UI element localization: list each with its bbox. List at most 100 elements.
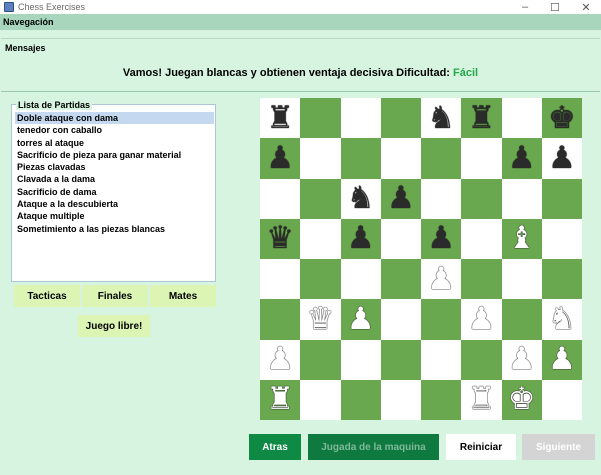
board-square-b8[interactable] [300, 98, 341, 139]
board-square-h3[interactable]: ♞ [541, 299, 582, 340]
board-square-d1[interactable] [380, 379, 421, 420]
board-square-e1[interactable] [421, 379, 462, 420]
board-square-a6[interactable] [260, 178, 301, 219]
black-pawn-icon[interactable]: ♟ [508, 142, 536, 174]
board-square-h6[interactable] [541, 178, 582, 219]
board-square-e5[interactable]: ♟ [421, 218, 462, 259]
board-square-d4[interactable] [380, 259, 421, 300]
board-square-h5[interactable] [541, 218, 582, 259]
board-square-b4[interactable] [300, 259, 341, 300]
board-square-a8[interactable]: ♜ [260, 98, 301, 139]
black-rook-icon[interactable]: ♜ [467, 102, 495, 134]
game-list-item[interactable]: Sometimiento a las piezas blancas [15, 223, 214, 235]
board-square-g3[interactable] [501, 299, 542, 340]
board-square-b5[interactable] [300, 218, 341, 259]
board-square-a4[interactable] [260, 259, 301, 300]
board-square-a1[interactable]: ♜ [260, 379, 301, 420]
board-square-g4[interactable] [501, 259, 542, 300]
board-square-e4[interactable]: ♟ [421, 259, 462, 300]
game-list-item[interactable]: tenedor con caballo [15, 124, 214, 136]
black-knight-icon[interactable]: ♞ [427, 102, 455, 134]
board-square-c3[interactable]: ♟ [340, 299, 381, 340]
board-square-b3[interactable]: ♛ [300, 299, 341, 340]
black-pawn-icon[interactable]: ♟ [266, 142, 294, 174]
white-pawn-icon[interactable]: ♟ [508, 344, 536, 375]
board-square-g6[interactable] [501, 178, 542, 219]
board-square-c8[interactable] [340, 98, 381, 139]
board-square-c4[interactable] [340, 259, 381, 300]
machine-move-button[interactable]: Jugada de la maquina [308, 434, 439, 460]
board-square-c2[interactable] [340, 339, 381, 380]
tactics-button[interactable]: Tacticas [14, 285, 80, 307]
white-pawn-icon[interactable]: ♟ [347, 303, 375, 335]
black-pawn-icon[interactable]: ♟ [427, 223, 455, 254]
endings-button[interactable]: Finales [82, 285, 148, 307]
board-square-b1[interactable] [300, 379, 341, 420]
next-button[interactable]: Siguiente [522, 434, 595, 460]
board-square-f8[interactable]: ♜ [461, 98, 502, 139]
board-square-e7[interactable] [421, 138, 462, 179]
board-square-a2[interactable]: ♟ [260, 339, 301, 380]
white-queen-icon[interactable]: ♛ [306, 303, 334, 335]
board-square-f7[interactable] [461, 138, 502, 179]
white-king-icon[interactable]: ♚ [508, 384, 536, 415]
back-button[interactable]: Atras [249, 434, 301, 460]
black-rook-icon[interactable]: ♜ [266, 102, 294, 134]
board-square-f4[interactable] [461, 259, 502, 300]
game-list-item[interactable]: Doble ataque con dama [15, 112, 214, 125]
board-square-a3[interactable] [260, 299, 301, 340]
board-square-h4[interactable] [541, 259, 582, 300]
board-square-d3[interactable] [380, 299, 421, 340]
free-play-button[interactable]: Juego libre! [78, 315, 150, 337]
board-square-f5[interactable] [461, 218, 502, 259]
white-pawn-icon[interactable]: ♟ [467, 303, 495, 335]
maximize-button[interactable]: ☐ [540, 0, 570, 14]
board-square-e8[interactable]: ♞ [421, 98, 462, 139]
black-knight-icon[interactable]: ♞ [347, 183, 375, 214]
game-list-item[interactable]: Ataque a la descubierta [15, 198, 214, 210]
board-square-e6[interactable] [421, 178, 462, 219]
white-pawn-icon[interactable]: ♟ [548, 344, 576, 375]
board-square-f3[interactable]: ♟ [461, 299, 502, 340]
board-square-d7[interactable] [380, 138, 421, 179]
game-list-item[interactable]: Clavada a la dama [15, 173, 214, 185]
game-list-item[interactable]: Piezas clavadas [15, 161, 214, 173]
board-square-d5[interactable] [380, 218, 421, 259]
game-list-item[interactable]: torres al ataque [15, 137, 214, 149]
black-pawn-icon[interactable]: ♟ [548, 142, 576, 174]
board-square-c5[interactable]: ♟ [340, 218, 381, 259]
board-square-c1[interactable] [340, 379, 381, 420]
board-square-b2[interactable] [300, 339, 341, 380]
board-square-c7[interactable] [340, 138, 381, 179]
black-pawn-icon[interactable]: ♟ [347, 223, 375, 254]
white-pawn-icon[interactable]: ♟ [266, 344, 294, 375]
minimize-button[interactable]: – [510, 0, 540, 14]
board-square-g1[interactable]: ♚ [501, 379, 542, 420]
white-knight-icon[interactable]: ♞ [548, 303, 576, 335]
white-pawn-icon[interactable]: ♟ [427, 263, 455, 295]
board-square-g5[interactable]: ♝ [501, 218, 542, 259]
game-list-item[interactable]: Ataque multiple [15, 210, 214, 222]
board-square-a5[interactable]: ♛ [260, 218, 301, 259]
board-square-c6[interactable]: ♞ [340, 178, 381, 219]
close-button[interactable]: ✕ [571, 0, 601, 14]
white-rook-icon[interactable]: ♜ [266, 384, 294, 415]
board-square-g2[interactable]: ♟ [501, 339, 542, 380]
black-queen-icon[interactable]: ♛ [266, 223, 294, 254]
board-square-d6[interactable]: ♟ [380, 178, 421, 219]
board-square-g8[interactable] [501, 98, 542, 139]
board-square-d2[interactable] [380, 339, 421, 380]
board-square-h1[interactable] [541, 379, 582, 420]
board-square-f6[interactable] [461, 178, 502, 219]
mates-button[interactable]: Mates [150, 285, 216, 307]
game-list-item[interactable]: Sacrificio de dama [15, 186, 214, 198]
restart-button[interactable]: Reiniciar [446, 434, 516, 460]
board-square-f2[interactable] [461, 339, 502, 380]
black-king-icon[interactable]: ♚ [548, 102, 576, 134]
board-square-h8[interactable]: ♚ [541, 98, 582, 139]
board-square-h2[interactable]: ♟ [541, 339, 582, 380]
white-bishop-icon[interactable]: ♝ [508, 223, 536, 254]
game-list-item[interactable]: Sacrificio de pieza para ganar material [15, 149, 214, 161]
board-square-g7[interactable]: ♟ [501, 138, 542, 179]
white-rook-icon[interactable]: ♜ [467, 384, 495, 415]
